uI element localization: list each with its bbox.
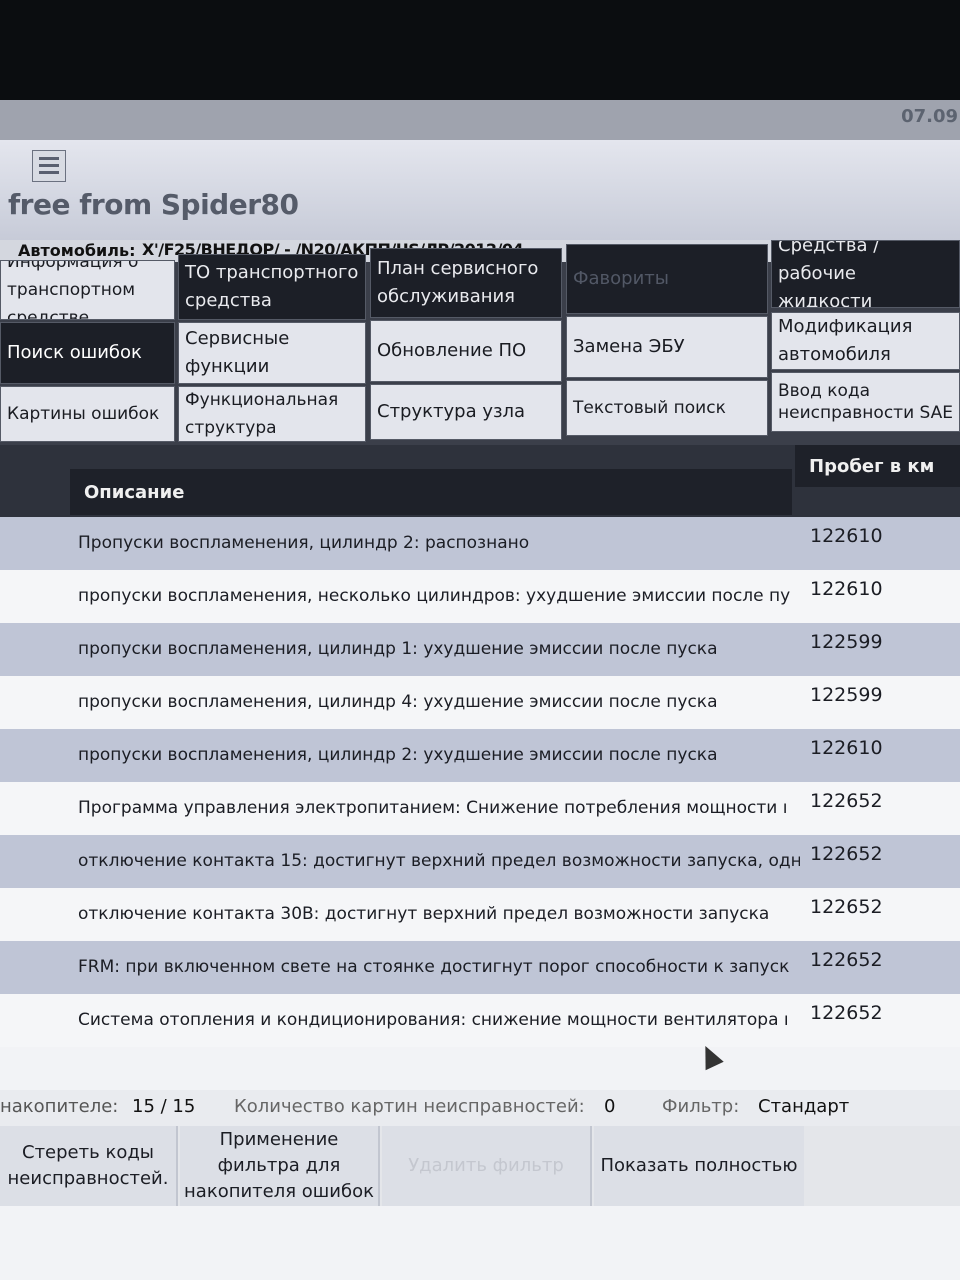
fault-mileage: 122610 xyxy=(810,737,883,759)
table-row[interactable]: пропуски воспламенения, цилиндр 1: ухудш… xyxy=(0,623,960,676)
fault-description: Пропуски воспламенения, цилиндр 2: распо… xyxy=(78,533,530,553)
table-row[interactable]: Программа управления электропитанием: Сн… xyxy=(0,782,960,835)
apply-filter-label: Применение фильтра для накопителя ошибок xyxy=(184,1129,374,1202)
tab-software-update-label: Обновление ПО xyxy=(377,340,527,361)
fault-description: Система отопления и кондиционирования: с… xyxy=(78,1010,789,1030)
show-all-label: Показать полностью xyxy=(600,1155,798,1176)
column-mileage[interactable]: Пробег в км xyxy=(795,445,960,487)
table-row[interactable]: Пропуски воспламенения, цилиндр 2: распо… xyxy=(0,517,960,570)
tab-sae-code[interactable]: Ввод кода неисправности SAE xyxy=(771,372,960,432)
diagnostic-screen: 07.09 free from Spider80 Автомобиль: X'/… xyxy=(0,100,960,1280)
delete-filter-label: Удалить фильтр xyxy=(408,1155,564,1176)
fault-mileage: 122652 xyxy=(810,790,883,812)
table-row[interactable]: Система отопления и кондиционирования: с… xyxy=(0,994,960,1047)
tab-vehicle-maintenance[interactable]: ТО транспортного средства xyxy=(178,254,366,320)
tab-fault-patterns-label: Картины ошибок xyxy=(7,404,160,424)
footer-buttons: Стереть коды неисправностей. Применение … xyxy=(0,1126,960,1206)
tab-vehicle-mod-label: Модификация автомобиля xyxy=(778,316,913,365)
fault-description: отключение контакта 30В: достигнут верхн… xyxy=(78,904,770,924)
filter-label: Фильтр: xyxy=(662,1096,740,1117)
app-title: free from Spider80 xyxy=(8,188,299,221)
fault-mileage: 122652 xyxy=(810,896,883,918)
fault-description: отключение контакта 15: достигнут верхни… xyxy=(78,851,800,871)
vehicle-label: Автомобиль: xyxy=(18,241,136,260)
tab-software-update[interactable]: Обновление ПО xyxy=(370,320,562,382)
apply-filter-button[interactable]: Применение фильтра для накопителя ошибок xyxy=(180,1126,380,1206)
table-row[interactable]: пропуски воспламенения, несколько цилинд… xyxy=(0,570,960,623)
fault-description: Программа управления электропитанием: Сн… xyxy=(78,798,788,818)
show-all-button[interactable]: Показать полностью xyxy=(594,1126,804,1206)
menu-icon[interactable] xyxy=(32,150,66,182)
tab-fault-search-label: Поиск ошибок xyxy=(7,342,142,363)
tab-fault-patterns[interactable]: Картины ошибок xyxy=(0,386,175,442)
fault-description: пропуски воспламенения, несколько цилинд… xyxy=(78,586,791,606)
tab-vehicle-mod[interactable]: Модификация автомобиля xyxy=(771,312,960,370)
tab-fluids[interactable]: Средства / рабочие жидкости xyxy=(771,240,960,308)
clear-codes-button[interactable]: Стереть коды неисправностей. xyxy=(0,1126,178,1206)
fault-mileage: 122599 xyxy=(810,631,883,653)
date-display: 07.09 xyxy=(901,106,958,127)
tab-functional-structure-label: Функциональная структура xyxy=(185,390,339,438)
table-row[interactable]: FRM: при включенном свете на стоянке дос… xyxy=(0,941,960,994)
tab-vehicle-maintenance-label: ТО транспортного средства xyxy=(185,262,359,311)
table-row[interactable]: отключение контакта 15: достигнут верхни… xyxy=(0,835,960,888)
table-header: Описание Пробег в км xyxy=(0,445,960,517)
tab-text-search-label: Текстовый поиск xyxy=(573,398,726,418)
table-row[interactable]: отключение контакта 30В: достигнут верхн… xyxy=(0,888,960,941)
tab-favorites[interactable]: Фавориты xyxy=(566,244,768,314)
clear-codes-label: Стереть коды неисправностей. xyxy=(7,1142,169,1189)
table-row[interactable]: пропуски воспламенения, цилиндр 4: ухудш… xyxy=(0,676,960,729)
top-strip: 07.09 xyxy=(0,100,960,140)
tab-service-plan-label: План сервисного обслуживания xyxy=(377,258,539,307)
fault-mileage: 122652 xyxy=(810,843,883,865)
fault-description: FRM: при включенном свете на стоянке дос… xyxy=(78,957,790,977)
filter-value: Стандарт xyxy=(758,1096,850,1117)
tab-vehicle-info[interactable]: Информация о транспортном средстве xyxy=(0,260,175,320)
fault-mileage: 122652 xyxy=(810,949,883,971)
tab-ecu-replace[interactable]: Замена ЭБУ xyxy=(566,316,768,378)
delete-filter-button[interactable]: Удалить фильтр xyxy=(382,1126,592,1206)
main-navigation: Автомобиль: X'/F25/ВНЕДОР/ - /N20/АКПП/U… xyxy=(0,240,960,445)
tab-functional-structure[interactable]: Функциональная структура xyxy=(178,386,366,442)
fault-mileage: 122599 xyxy=(810,684,883,706)
fault-list: Пропуски воспламенения, цилиндр 2: распо… xyxy=(0,517,960,1047)
tab-service-plan[interactable]: План сервисного обслуживания xyxy=(370,248,562,318)
fault-mileage: 122610 xyxy=(810,525,883,547)
tab-vehicle-info-label: Информация о транспортном средстве xyxy=(7,260,139,320)
tab-service-functions[interactable]: Сервисные функции xyxy=(178,322,366,384)
app-header: free from Spider80 xyxy=(0,140,960,240)
tab-text-search[interactable]: Текстовый поиск xyxy=(566,380,768,436)
tab-favorites-label: Фавориты xyxy=(573,268,669,289)
tab-service-functions-label: Сервисные функции xyxy=(185,328,290,377)
fault-description: пропуски воспламенения, цилиндр 4: ухудш… xyxy=(78,692,718,712)
fault-description: пропуски воспламенения, цилиндр 2: ухудш… xyxy=(78,745,718,765)
tab-sae-code-label: Ввод кода неисправности SAE xyxy=(778,381,954,423)
footer-info: накопителе: 15 / 15 Количество картин не… xyxy=(0,1090,960,1126)
tab-node-structure-label: Структура узла xyxy=(377,401,526,422)
fault-description: пропуски воспламенения, цилиндр 1: ухудш… xyxy=(78,639,718,659)
table-row[interactable]: пропуски воспламенения, цилиндр 2: ухудш… xyxy=(0,729,960,782)
fault-mileage: 122610 xyxy=(810,578,883,600)
tab-fault-search[interactable]: Поиск ошибок xyxy=(0,322,175,384)
tab-ecu-replace-label: Замена ЭБУ xyxy=(573,336,685,357)
patterns-value: 0 xyxy=(604,1096,616,1117)
fault-mileage: 122652 xyxy=(810,1002,883,1024)
column-description[interactable]: Описание xyxy=(70,469,792,515)
patterns-label: Количество картин неисправностей: xyxy=(234,1096,585,1117)
tab-node-structure[interactable]: Структура узла xyxy=(370,384,562,440)
storage-value: 15 / 15 xyxy=(132,1096,196,1117)
tab-fluids-label: Средства / рабочие жидкости xyxy=(778,240,880,308)
storage-label: накопителе: xyxy=(0,1096,119,1117)
